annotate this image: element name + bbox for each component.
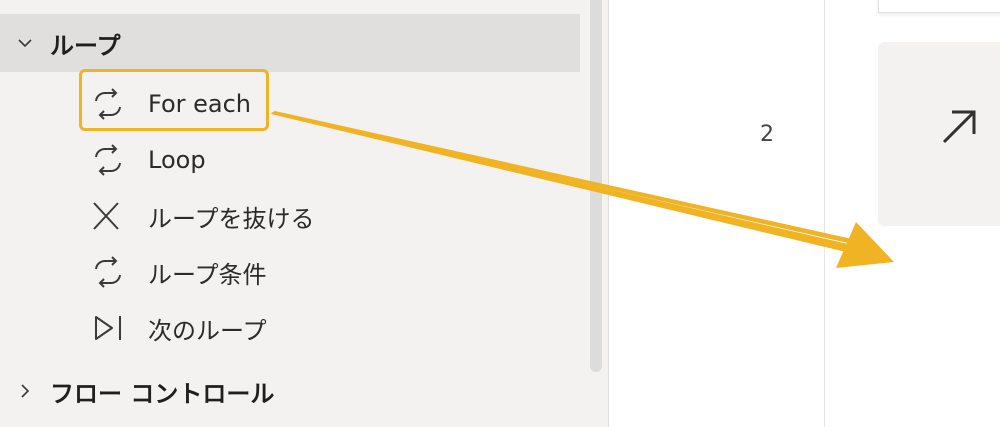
action-label-next-loop: 次のループ — [148, 316, 267, 345]
chevron-down-icon — [0, 34, 50, 52]
group-label-loop: ループ — [50, 31, 121, 60]
actions-pane: ループ For each Loop ループを抜ける ループ条件 次のループ フロ… — [0, 0, 608, 427]
action-label-loop: Loop — [148, 146, 206, 174]
group-header-flow-control[interactable]: フロー コントロール — [0, 362, 580, 420]
group-header-loop[interactable]: ループ — [0, 14, 580, 72]
close-x-icon — [88, 198, 130, 234]
action-label-exit-loop: ループを抜ける — [148, 204, 315, 233]
line-number: 2 — [760, 122, 774, 147]
loop-icon — [88, 254, 130, 290]
scroll-thumb[interactable] — [590, 0, 602, 372]
chevron-right-icon — [0, 382, 50, 400]
canvas-divider — [824, 0, 825, 427]
action-item-next-loop[interactable]: 次のループ — [88, 302, 267, 354]
action-label-loop-condition: ループ条件 — [148, 260, 267, 289]
pane-divider[interactable] — [608, 0, 609, 427]
flow-card-previous[interactable] — [878, 0, 1000, 13]
next-icon — [88, 310, 130, 346]
scrollbar[interactable] — [588, 0, 604, 427]
action-item-exit-loop[interactable]: ループを抜ける — [88, 190, 315, 242]
group-label-flow-control: フロー コントロール — [50, 379, 275, 408]
action-item-loop-condition[interactable]: ループ条件 — [88, 246, 267, 298]
arrow-up-right-icon — [938, 106, 980, 152]
flow-action-card[interactable] — [878, 42, 1000, 226]
action-item-loop[interactable]: Loop — [88, 134, 206, 186]
highlight-box — [79, 69, 269, 131]
loop-icon — [88, 142, 130, 178]
